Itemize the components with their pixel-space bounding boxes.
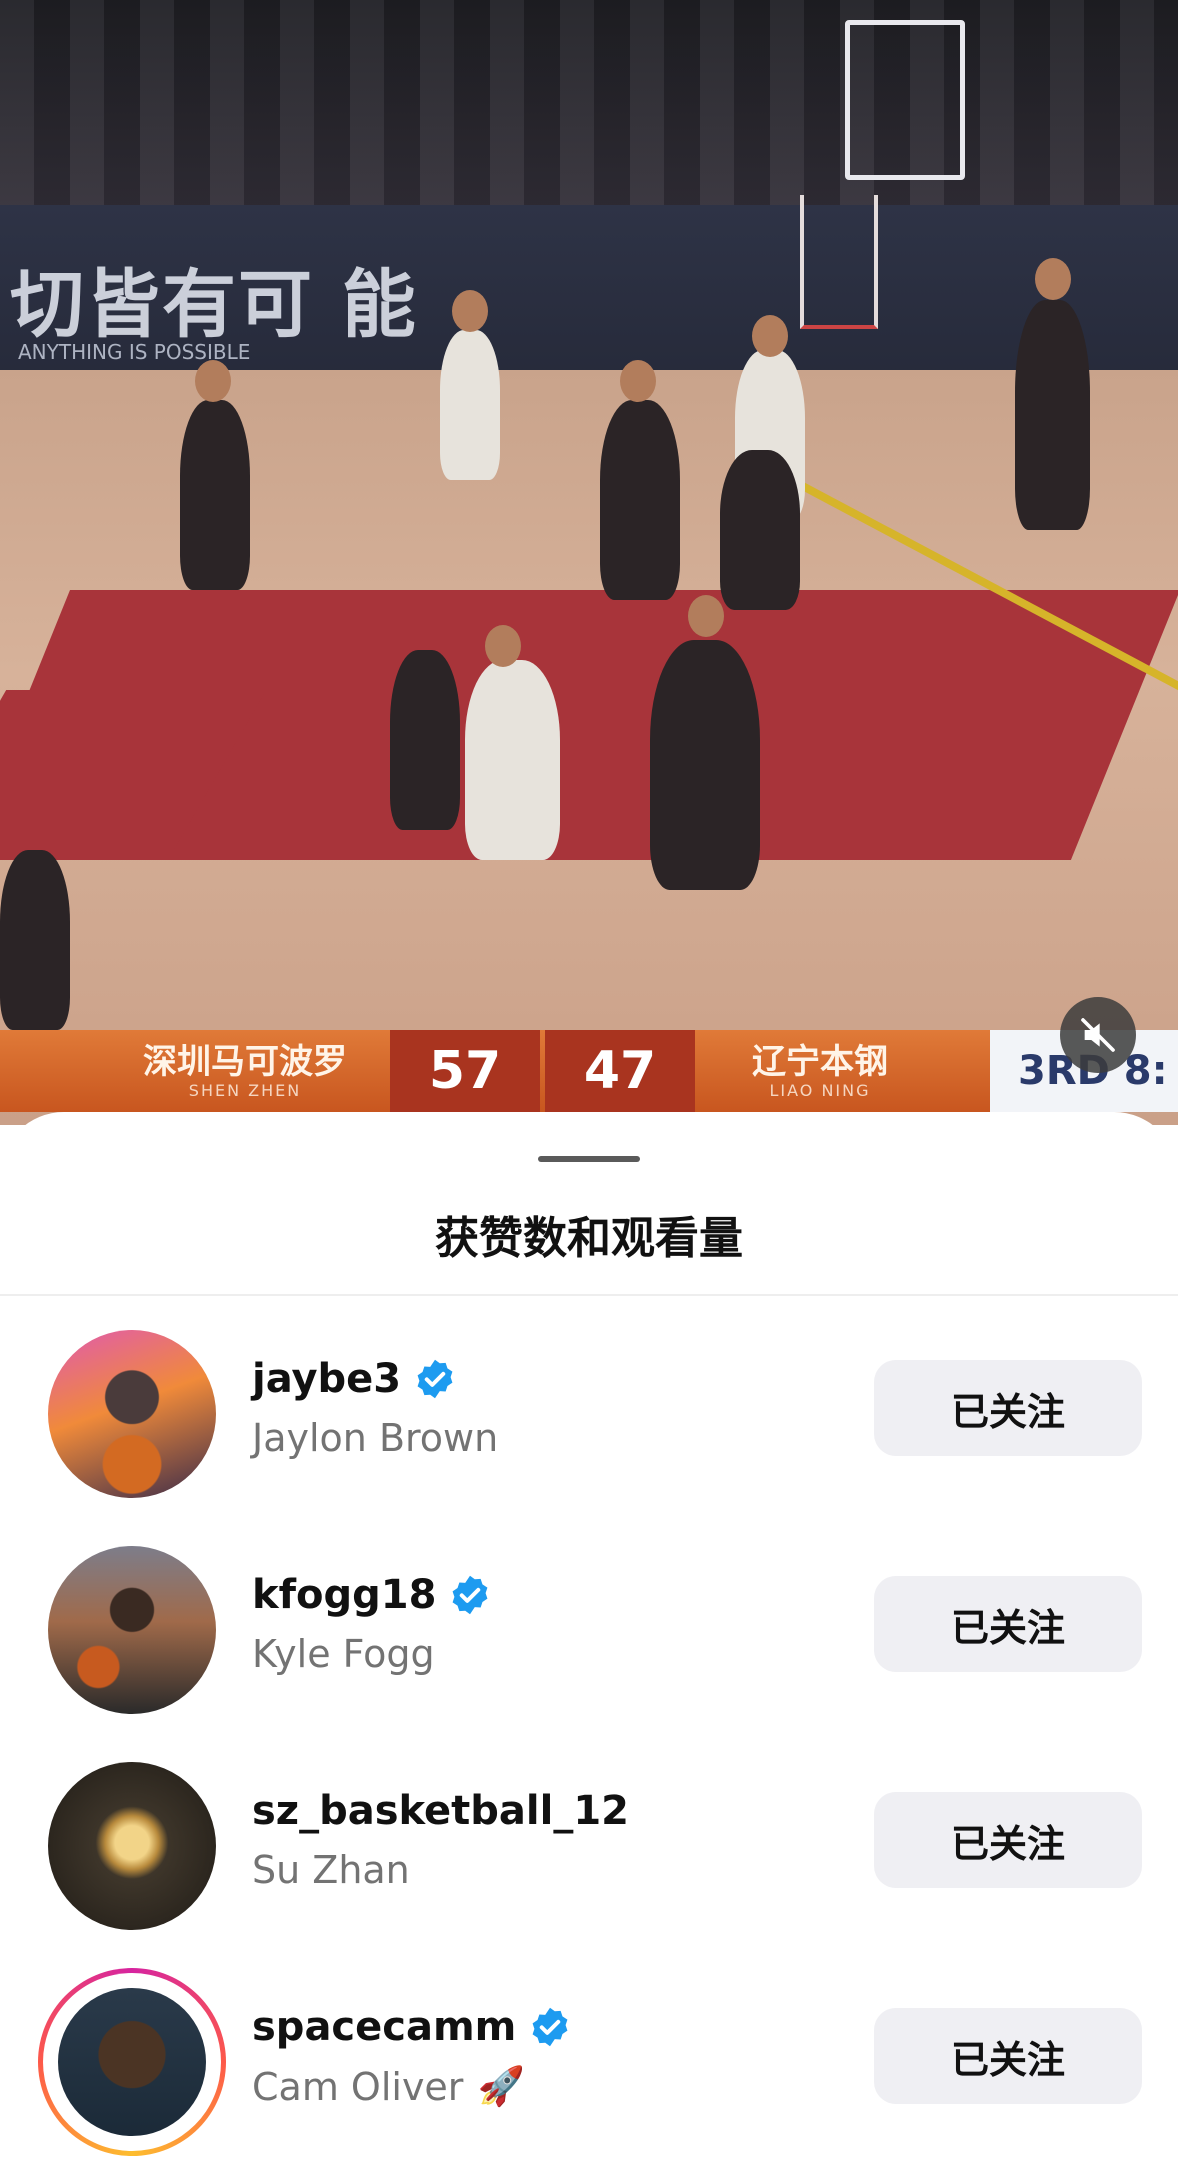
list-item-jaybe3[interactable]: jaybe3 Jaylon Brown 已关注 [0,1312,1178,1512]
home-team-name: 深圳马可波罗 [143,1041,347,1082]
muted-speaker-icon [1081,1018,1115,1052]
away-team-english: LIAO NING [769,1080,871,1100]
list-item-spacecamm[interactable]: spacecamm Cam Oliver 🚀 已关注 [0,1960,1178,2160]
home-score: 57 [390,1030,540,1112]
mute-button[interactable] [1060,997,1136,1073]
referee [0,850,70,1030]
home-team: 深圳马可波罗 SHEN ZHEN [110,1030,380,1112]
verified-badge-icon [532,2007,568,2047]
player [440,330,500,480]
full-name: Kyle Fogg [252,1632,435,1676]
sheet-title: 获赞数和观看量 [435,1213,743,1264]
username-text: sz_basketball_12 [252,1788,630,1834]
rocket-emoji: 🚀 [477,2064,525,2108]
username-text: spacecamm [252,2004,517,2050]
likes-views-sheet: 获赞数和观看量 jaybe3 Jaylon Brown 已关注 kfogg18 … [0,1112,1178,2156]
divider [0,1294,1178,1296]
list-item-sz-basketball-12[interactable]: sz_basketball_12 Su Zhan 已关注 [0,1744,1178,1944]
backboard [845,20,965,180]
player [465,660,560,860]
full-name-text: Cam Oliver [252,2064,464,2109]
avatar[interactable] [58,1988,206,2136]
player [650,640,760,890]
full-name: Jaylon Brown [252,1416,499,1460]
following-button[interactable]: 已关注 [874,2008,1142,2104]
board-slogan: 切皆有可 能 [10,262,418,348]
video-player[interactable]: 切皆有可 能 ANYTHING IS POSSIBLE 深圳马可波罗 SHEN … [0,0,1178,1125]
referee [1015,300,1090,530]
player [720,450,800,610]
username[interactable]: spacecamm [252,2004,572,2050]
full-name: Cam Oliver 🚀 [252,2064,525,2109]
username[interactable]: jaybe3 [252,1356,457,1402]
full-name: Su Zhan [252,1848,410,1892]
following-button[interactable]: 已关注 [874,1360,1142,1456]
away-score: 47 [545,1030,695,1112]
player-head [195,360,231,402]
arena-stands [0,0,1178,230]
verified-badge-icon [453,1575,488,1615]
away-team: 辽宁本钢 LIAO NING [700,1030,940,1112]
referee-head [1035,258,1071,300]
player [180,400,250,590]
following-button[interactable]: 已关注 [874,1792,1142,1888]
player-head [485,625,521,667]
player [390,650,460,830]
username[interactable]: sz_basketball_12 [252,1788,629,1834]
username-text: jaybe3 [252,1356,402,1402]
username-text: kfogg18 [252,1572,437,1618]
avatar[interactable] [48,1330,216,1498]
player [600,400,680,600]
avatar[interactable] [48,1546,216,1714]
basket-net [800,195,878,329]
player-head [620,360,656,402]
verified-badge-icon [417,1359,453,1399]
sheet-drag-handle[interactable] [538,1156,640,1162]
list-item-kfogg18[interactable]: kfogg18 Kyle Fogg 已关注 [0,1528,1178,1728]
following-button[interactable]: 已关注 [874,1576,1142,1672]
player-head [452,290,488,332]
player-head [688,595,724,637]
username[interactable]: kfogg18 [252,1572,492,1618]
player-head [752,315,788,357]
home-team-english: SHEN ZHEN [188,1080,302,1100]
away-team-name: 辽宁本钢 [752,1041,888,1082]
avatar[interactable] [48,1762,216,1930]
